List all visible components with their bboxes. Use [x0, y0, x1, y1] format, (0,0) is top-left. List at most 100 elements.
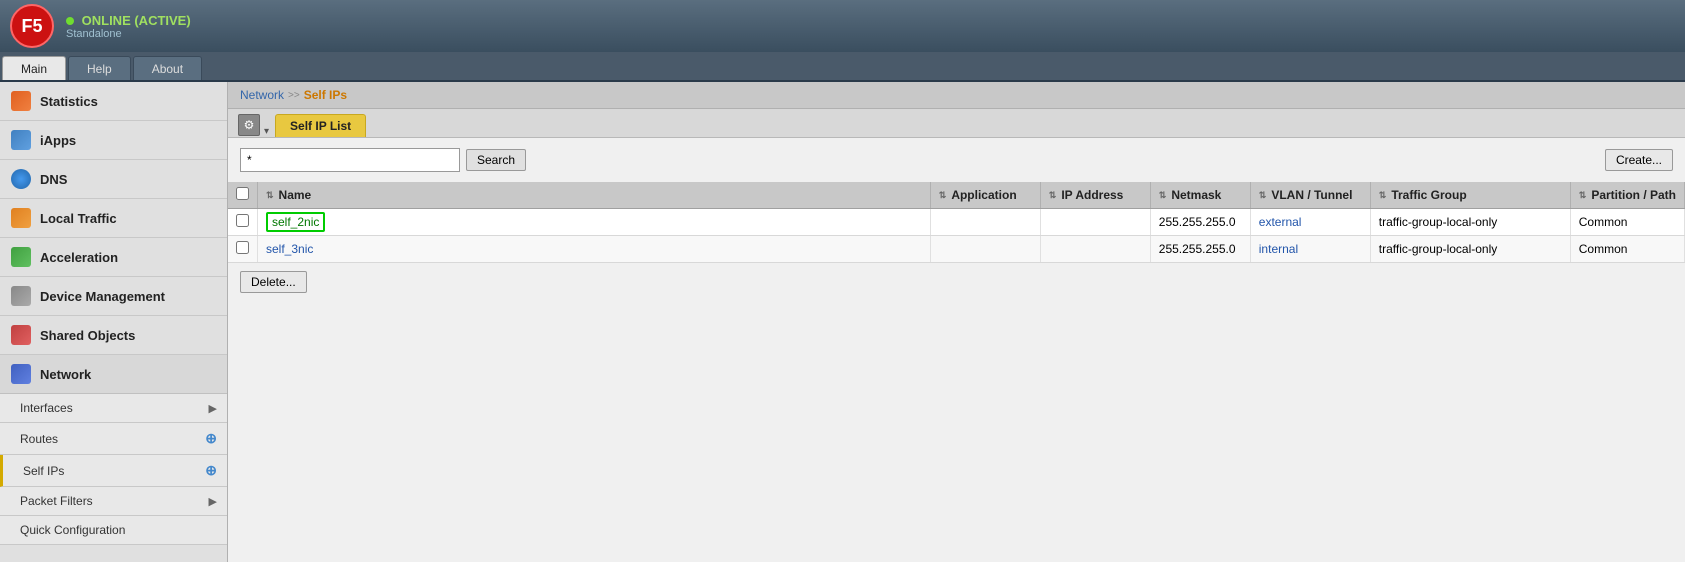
sidebar-item-statistics-label: Statistics	[40, 94, 98, 109]
row-name-link[interactable]: self_3nic	[266, 242, 313, 256]
sidebar-item-iapps[interactable]: iApps	[0, 121, 227, 160]
f5-logo: F5	[10, 4, 54, 48]
row-vlan-link[interactable]: internal	[1259, 242, 1298, 256]
status-dot	[66, 17, 74, 25]
sidebar-item-dns-label: DNS	[40, 172, 67, 187]
sidebar-item-dns[interactable]: DNS	[0, 160, 227, 199]
status-online: ONLINE (ACTIVE)	[66, 13, 191, 28]
sidebar-item-statistics[interactable]: Statistics	[0, 82, 227, 121]
breadcrumb-separator: >>	[288, 90, 300, 101]
tab-about[interactable]: About	[133, 56, 202, 80]
tab-arrow[interactable]: ▾	[264, 126, 269, 137]
row-checkbox-cell[interactable]	[228, 209, 258, 236]
submenu-quick-config-label: Quick Configuration	[20, 523, 125, 537]
search-input[interactable]	[240, 148, 460, 172]
submenu-routes-label: Routes	[20, 432, 58, 446]
device-mgmt-icon	[10, 285, 32, 307]
row-name-cell: self_3nic	[258, 236, 931, 263]
iapps-icon	[10, 129, 32, 151]
network-icon	[10, 363, 32, 385]
row-checkbox[interactable]	[236, 241, 249, 254]
th-ip-address[interactable]: ⇅IP Address	[1040, 182, 1150, 209]
tab-help[interactable]: Help	[68, 56, 131, 80]
sidebar-item-device-management[interactable]: Device Management	[0, 277, 227, 316]
submenu-packet-filters-label: Packet Filters	[20, 494, 93, 508]
th-partition[interactable]: ⇅Partition / Path	[1570, 182, 1684, 209]
th-application[interactable]: ⇅Application	[930, 182, 1040, 209]
submenu-interfaces-label: Interfaces	[20, 401, 73, 415]
submenu-selfips-label: Self IPs	[23, 464, 64, 478]
local-traffic-icon	[10, 207, 32, 229]
row-ip-cell	[1040, 236, 1150, 263]
breadcrumb-network[interactable]: Network	[240, 88, 284, 102]
sidebar-item-network-label: Network	[40, 367, 91, 382]
row-tg-cell: traffic-group-local-only	[1370, 236, 1570, 263]
statistics-icon	[10, 90, 32, 112]
th-checkbox[interactable]	[228, 182, 258, 209]
select-all-checkbox[interactable]	[236, 187, 249, 200]
row-partition-cell: Common	[1570, 209, 1684, 236]
table-row: self_2nic 255.255.255.0 external traffic…	[228, 209, 1685, 236]
table-row: self_3nic 255.255.255.0 internal traffic…	[228, 236, 1685, 263]
submenu-item-quick-config[interactable]: Quick Configuration	[0, 516, 227, 545]
content-area: Network >> Self IPs ⚙ ▾ Self IP List Sea…	[228, 82, 1685, 562]
gear-button[interactable]: ⚙	[238, 114, 260, 136]
sidebar-item-local-traffic-label: Local Traffic	[40, 211, 117, 226]
breadcrumb-current: Self IPs	[304, 88, 347, 102]
row-name-cell: self_2nic	[258, 209, 931, 236]
row-name-link[interactable]: self_2nic	[266, 212, 325, 232]
submenu-interfaces-arrow: ▶	[209, 402, 217, 415]
row-checkbox-cell[interactable]	[228, 236, 258, 263]
breadcrumb: Network >> Self IPs	[228, 82, 1685, 109]
sidebar-item-local-traffic[interactable]: Local Traffic	[0, 199, 227, 238]
th-traffic-group[interactable]: ⇅Traffic Group	[1370, 182, 1570, 209]
delete-button[interactable]: Delete...	[240, 271, 307, 293]
row-netmask-cell: 255.255.255.0	[1150, 209, 1250, 236]
row-checkbox[interactable]	[236, 214, 249, 227]
self-ip-table: ⇅Name ⇅Application ⇅IP Address ⇅Netmask …	[228, 182, 1685, 263]
submenu-packet-filters-arrow: ▶	[209, 495, 217, 508]
acceleration-icon	[10, 246, 32, 268]
submenu-item-packet-filters[interactable]: Packet Filters ▶	[0, 487, 227, 516]
content-tabs: ⚙ ▾ Self IP List	[228, 109, 1685, 138]
sidebar-item-network[interactable]: Network	[0, 355, 227, 394]
submenu-item-interfaces[interactable]: Interfaces ▶	[0, 394, 227, 423]
top-header: F5 ONLINE (ACTIVE) Standalone	[0, 0, 1685, 52]
dns-icon	[10, 168, 32, 190]
row-partition-cell: Common	[1570, 236, 1684, 263]
row-vlan-cell: internal	[1250, 236, 1370, 263]
sidebar-item-shared-objects[interactable]: Shared Objects	[0, 316, 227, 355]
search-left: Search	[240, 148, 526, 172]
row-ip-cell	[1040, 209, 1150, 236]
sidebar-item-shared-label: Shared Objects	[40, 328, 135, 343]
status-standalone: Standalone	[66, 28, 191, 40]
sidebar: Statistics iApps DNS Local Traffic Accel	[0, 82, 228, 562]
submenu-item-self-ips[interactable]: Self IPs ⊕	[0, 455, 227, 487]
sidebar-item-iapps-label: iApps	[40, 133, 76, 148]
self-ip-list-tab[interactable]: Self IP List	[275, 114, 366, 137]
sidebar-item-acceleration[interactable]: Acceleration	[0, 238, 227, 277]
submenu-item-routes[interactable]: Routes ⊕	[0, 423, 227, 455]
nav-tabs: Main Help About	[0, 52, 1685, 82]
shared-icon	[10, 324, 32, 346]
submenu-selfips-plus: ⊕	[205, 462, 217, 479]
main-layout: Statistics iApps DNS Local Traffic Accel	[0, 82, 1685, 562]
header-status: ONLINE (ACTIVE) Standalone	[66, 13, 191, 40]
row-app-cell	[930, 236, 1040, 263]
table-header-row: ⇅Name ⇅Application ⇅IP Address ⇅Netmask …	[228, 182, 1685, 209]
sidebar-item-device-mgmt-label: Device Management	[40, 289, 165, 304]
th-vlan[interactable]: ⇅VLAN / Tunnel	[1250, 182, 1370, 209]
tab-main[interactable]: Main	[2, 56, 66, 80]
th-netmask[interactable]: ⇅Netmask	[1150, 182, 1250, 209]
network-section: Network Interfaces ▶ Routes ⊕ Self IPs ⊕…	[0, 355, 227, 545]
th-name[interactable]: ⇅Name	[258, 182, 931, 209]
row-tg-cell: traffic-group-local-only	[1370, 209, 1570, 236]
submenu-routes-plus: ⊕	[205, 430, 217, 447]
sidebar-item-acceleration-label: Acceleration	[40, 250, 118, 265]
search-button[interactable]: Search	[466, 149, 526, 171]
row-netmask-cell: 255.255.255.0	[1150, 236, 1250, 263]
create-button[interactable]: Create...	[1605, 149, 1673, 171]
row-vlan-link[interactable]: external	[1259, 215, 1302, 229]
row-app-cell	[930, 209, 1040, 236]
row-vlan-cell: external	[1250, 209, 1370, 236]
